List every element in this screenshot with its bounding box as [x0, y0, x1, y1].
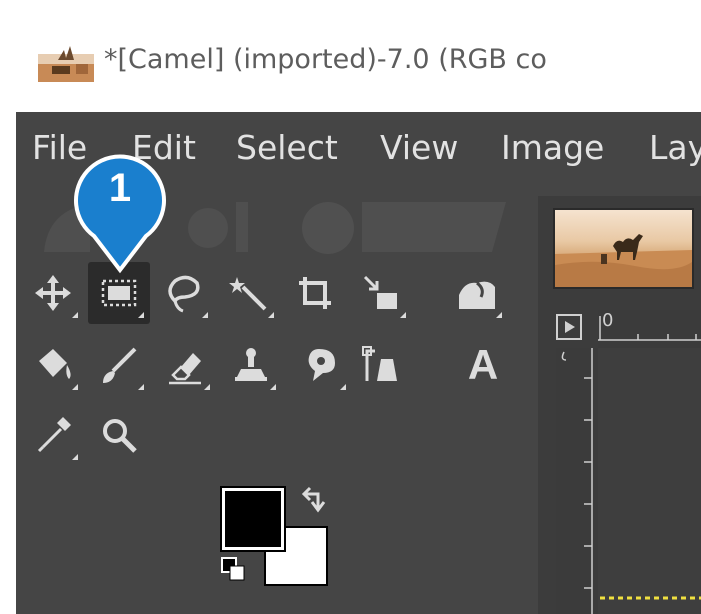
horizontal-ruler: 0 [598, 310, 701, 348]
clone-stamp-icon [235, 348, 267, 381]
fuzzy-select-tool-button[interactable] [218, 262, 280, 324]
ruler-ticks [598, 316, 701, 341]
scale-icon [363, 275, 397, 309]
move-icon [35, 275, 71, 311]
tool-group-indicator [138, 384, 144, 390]
magic-wand-icon [229, 277, 267, 311]
play-icon [565, 321, 575, 333]
ruler-ticks-vertical [561, 348, 593, 614]
zoom-icon [103, 419, 137, 453]
foreground-color-swatch[interactable] [220, 486, 286, 552]
tool-group-indicator [72, 454, 78, 460]
text-tool-button[interactable]: A [452, 334, 514, 396]
tool-group-indicator [72, 384, 78, 390]
lasso-icon [168, 275, 200, 313]
window-title: *[Camel] (imported)-7.0 (RGB co [104, 44, 547, 75]
unified-transform-tool-button[interactable] [350, 262, 412, 324]
text-icon: A [467, 341, 499, 388]
menu-image[interactable]: Image [501, 128, 604, 167]
clone-tool-button[interactable] [220, 334, 282, 396]
paintbrush-icon [103, 347, 137, 383]
tool-group-indicator [72, 312, 78, 318]
tool-group-indicator [270, 384, 276, 390]
default-colors-icon[interactable] [220, 556, 246, 582]
tool-group-indicator [400, 312, 406, 318]
paths-icon [362, 346, 397, 381]
bucket-fill-icon [39, 349, 71, 379]
quick-mask-toggle[interactable] [556, 314, 582, 340]
title-bar: *[Camel] (imported)-7.0 (RGB co [0, 0, 701, 112]
callout-marker: 1 [72, 152, 168, 276]
selection-marching-ants [600, 596, 701, 600]
tool-group-indicator [340, 384, 346, 390]
zoom-tool-button[interactable] [88, 404, 150, 466]
paintbrush-tool-button[interactable] [88, 334, 150, 396]
crop-tool-button[interactable] [284, 262, 346, 324]
color-picker-tool-button[interactable] [22, 404, 84, 466]
menu-layer[interactable]: Lay [649, 128, 701, 167]
tool-group-indicator [268, 312, 274, 318]
tool-group-indicator [204, 384, 210, 390]
vertical-ruler [556, 348, 598, 614]
rectangle-select-icon [101, 279, 137, 307]
color-picker-icon [37, 417, 71, 453]
image-tab-thumbnail[interactable] [553, 208, 694, 289]
camel-image-icon [555, 234, 692, 287]
tool-group-indicator [496, 312, 502, 318]
eraser-icon [169, 353, 201, 385]
crop-icon [299, 277, 331, 309]
warp-icon [459, 281, 495, 309]
eraser-tool-button[interactable] [154, 334, 216, 396]
swap-colors-icon[interactable] [300, 486, 328, 514]
bucket-fill-tool-button[interactable] [22, 334, 84, 396]
paths-tool-button[interactable] [350, 334, 412, 396]
fg-bg-color-selector [210, 476, 340, 596]
menu-view[interactable]: View [380, 128, 458, 167]
callout-number: 1 [108, 166, 132, 210]
tool-group-indicator [202, 312, 208, 318]
image-thumbnail-icon [38, 46, 94, 82]
smudge-tool-button[interactable] [290, 334, 352, 396]
warp-tool-button[interactable] [446, 262, 508, 324]
image-canvas[interactable] [598, 348, 701, 614]
tool-group-indicator [138, 312, 144, 318]
smudge-icon [308, 349, 335, 381]
menu-select[interactable]: Select [236, 128, 338, 167]
